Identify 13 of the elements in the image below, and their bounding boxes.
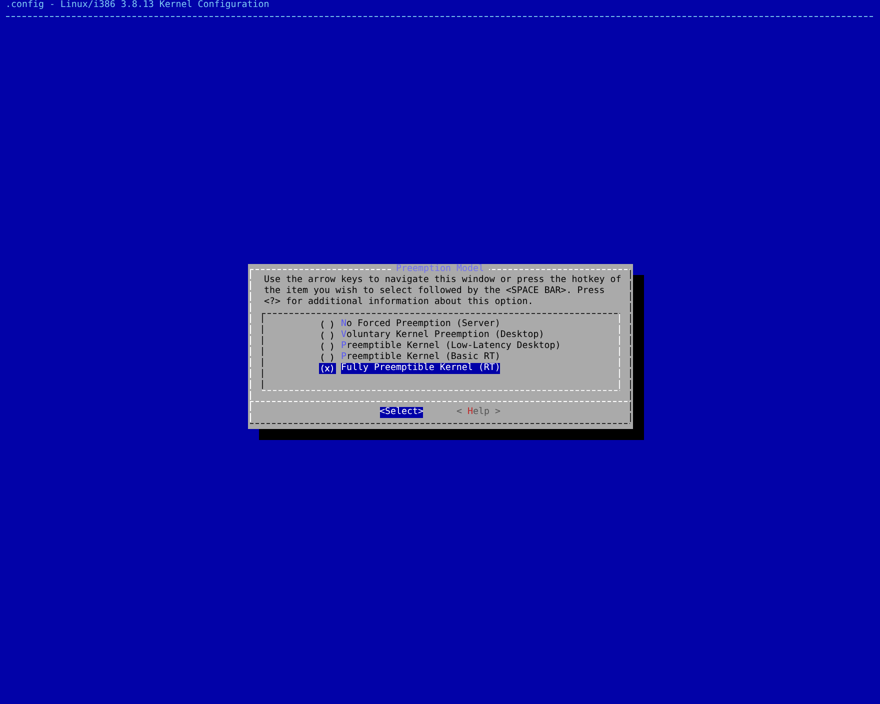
dialog-title: Preemption Model xyxy=(390,264,490,275)
option-item[interactable]: Fully Preemptible Kernel (RT) xyxy=(341,363,500,374)
radio-icon[interactable] xyxy=(319,363,336,374)
radio-icon[interactable] xyxy=(319,352,336,363)
option-item[interactable]: Preemptible Kernel (Basic RT) xyxy=(341,352,500,363)
radio-icon[interactable] xyxy=(319,330,336,341)
option-item[interactable]: Voluntary Kernel Preemption (Desktop) xyxy=(341,330,544,341)
option-item[interactable]: No Forced Preemption (Server) xyxy=(341,319,500,330)
radio-icon[interactable] xyxy=(319,319,336,330)
option-item[interactable]: Preemptible Kernel (Low-Latency Desktop) xyxy=(341,341,561,352)
dialog-instructions: Use the arrow keys to navigate this window or press the hotkey of the item you wish to select followed by the <SPACE BAR>. Press <?> for additional information about this option. xyxy=(264,275,622,308)
radio-icon[interactable] xyxy=(319,341,336,352)
window-title: .config - Linux/i386 3.8.13 Kernel Configuration xyxy=(6,0,270,11)
